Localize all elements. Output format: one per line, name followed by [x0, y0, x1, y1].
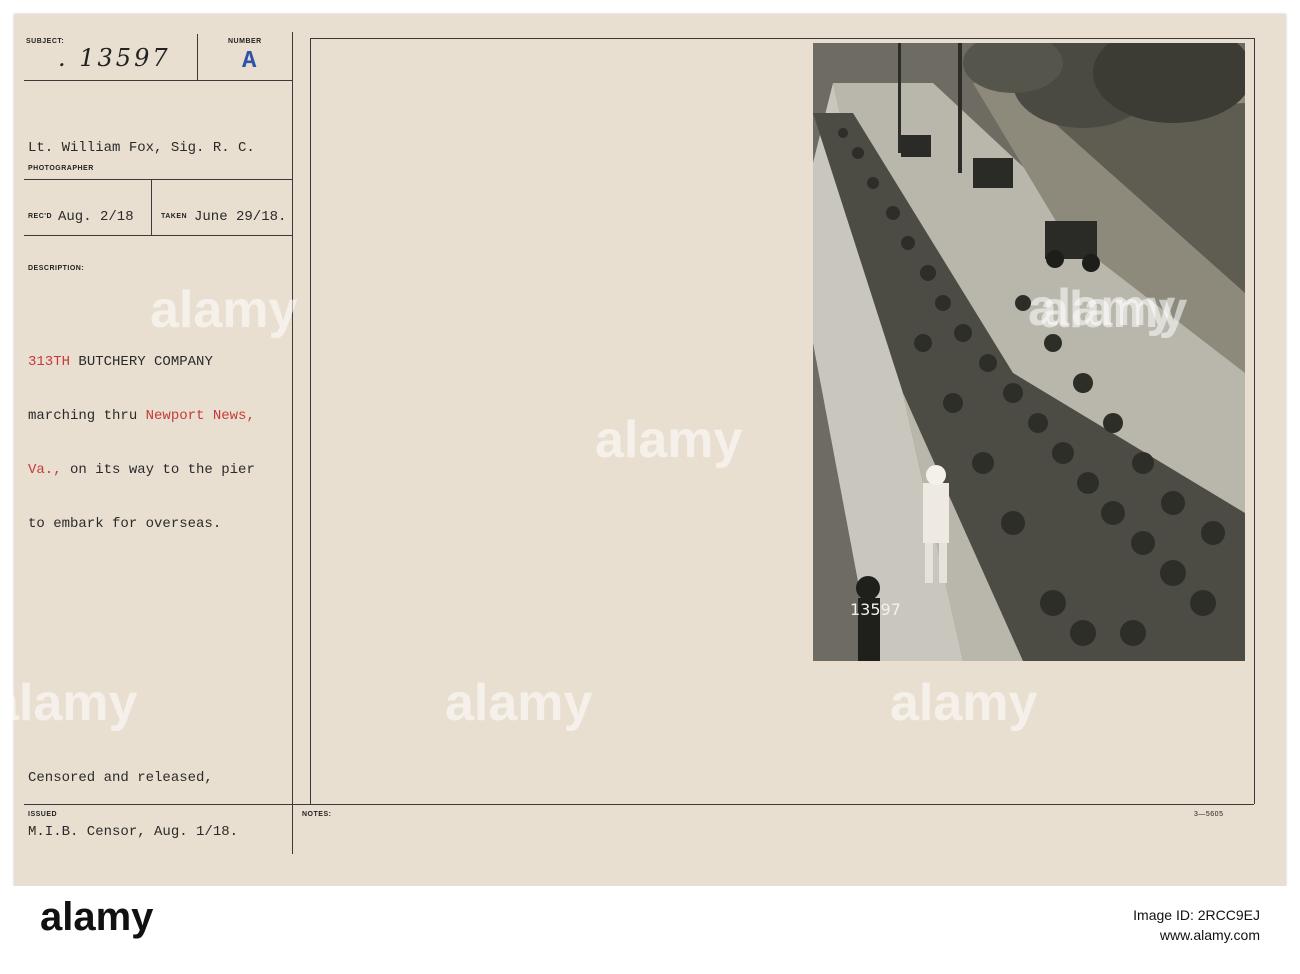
footer-info: Image ID: 2RCC9EJ www.alamy.com — [1133, 905, 1260, 945]
label-notes: NOTES: — [302, 811, 332, 818]
photo-frame-left — [310, 38, 311, 804]
state-abbrev: Va., — [28, 462, 62, 478]
watermark-card-5: alamy — [890, 674, 1038, 732]
watermark-card-4: alamy — [445, 674, 593, 732]
image-id: Image ID: 2RCC9EJ — [1133, 907, 1260, 923]
description-line-1: 313TH BUTCHERY COMPANY — [28, 353, 255, 371]
censor-line-2: M.I.B. Censor, Aug. 1/18. — [28, 824, 239, 840]
label-recd: REC'D — [28, 213, 52, 220]
watermark-card-3: alamy — [0, 674, 138, 732]
subject-number: . 13597 — [58, 44, 171, 72]
photo-negative-number: 13597 — [850, 600, 901, 619]
rule-under-subject — [24, 80, 292, 81]
rule-left-column — [292, 32, 293, 854]
taken-date: June 29/18. — [194, 209, 287, 225]
photo-frame-right — [1254, 38, 1255, 804]
description-line-3-rest: on its way to the pier — [61, 462, 255, 478]
label-number: NUMBER — [228, 38, 262, 45]
description-line-2: marching thru Newport News, — [28, 407, 255, 425]
description-line-2-start: marching thru — [28, 408, 146, 424]
place-name: Newport News, — [145, 408, 255, 424]
site-link[interactable]: www.alamy.com — [1133, 925, 1260, 945]
description-line-1-rest: BUTCHERY COMPANY — [70, 354, 213, 370]
rule-subject-number-divider — [197, 34, 198, 80]
archival-photograph: alamy — [813, 43, 1245, 661]
rule-under-dates — [24, 235, 292, 236]
label-taken: TAKEN — [161, 213, 188, 220]
censor-note: Censored and released, M.I.B. Censor, Au… — [28, 733, 238, 877]
description-line-3: Va., on its way to the pier — [28, 461, 255, 479]
number-letter-stamp: A — [242, 48, 257, 75]
rule-recd-taken-divider — [151, 179, 152, 235]
description-line-4: to embark for overseas. — [28, 516, 222, 532]
photo-frame-top — [310, 38, 1255, 39]
rule-under-photographer — [24, 179, 292, 180]
photographer-name: Lt. William Fox, Sig. R. C. — [28, 140, 255, 156]
marching-soldiers-image — [813, 43, 1245, 661]
censor-line-1: Censored and released, — [28, 770, 213, 786]
label-description: DESCRIPTION: — [28, 265, 85, 272]
company-number: 313TH — [28, 354, 71, 370]
recd-date: Aug. 2/18 — [58, 209, 134, 225]
watermark-card-6: alamy — [1040, 281, 1188, 339]
description-text: 313TH BUTCHERY COMPANY marching thru New… — [28, 317, 255, 569]
label-photographer: PHOTOGRAPHER — [28, 165, 94, 172]
footer-bar — [0, 886, 1300, 974]
watermark-card-2: alamy — [595, 411, 743, 469]
form-number: 3—5605 — [1194, 811, 1224, 818]
footer-logo[interactable]: alamy — [40, 895, 153, 940]
watermark-card-1: alamy — [150, 281, 298, 339]
